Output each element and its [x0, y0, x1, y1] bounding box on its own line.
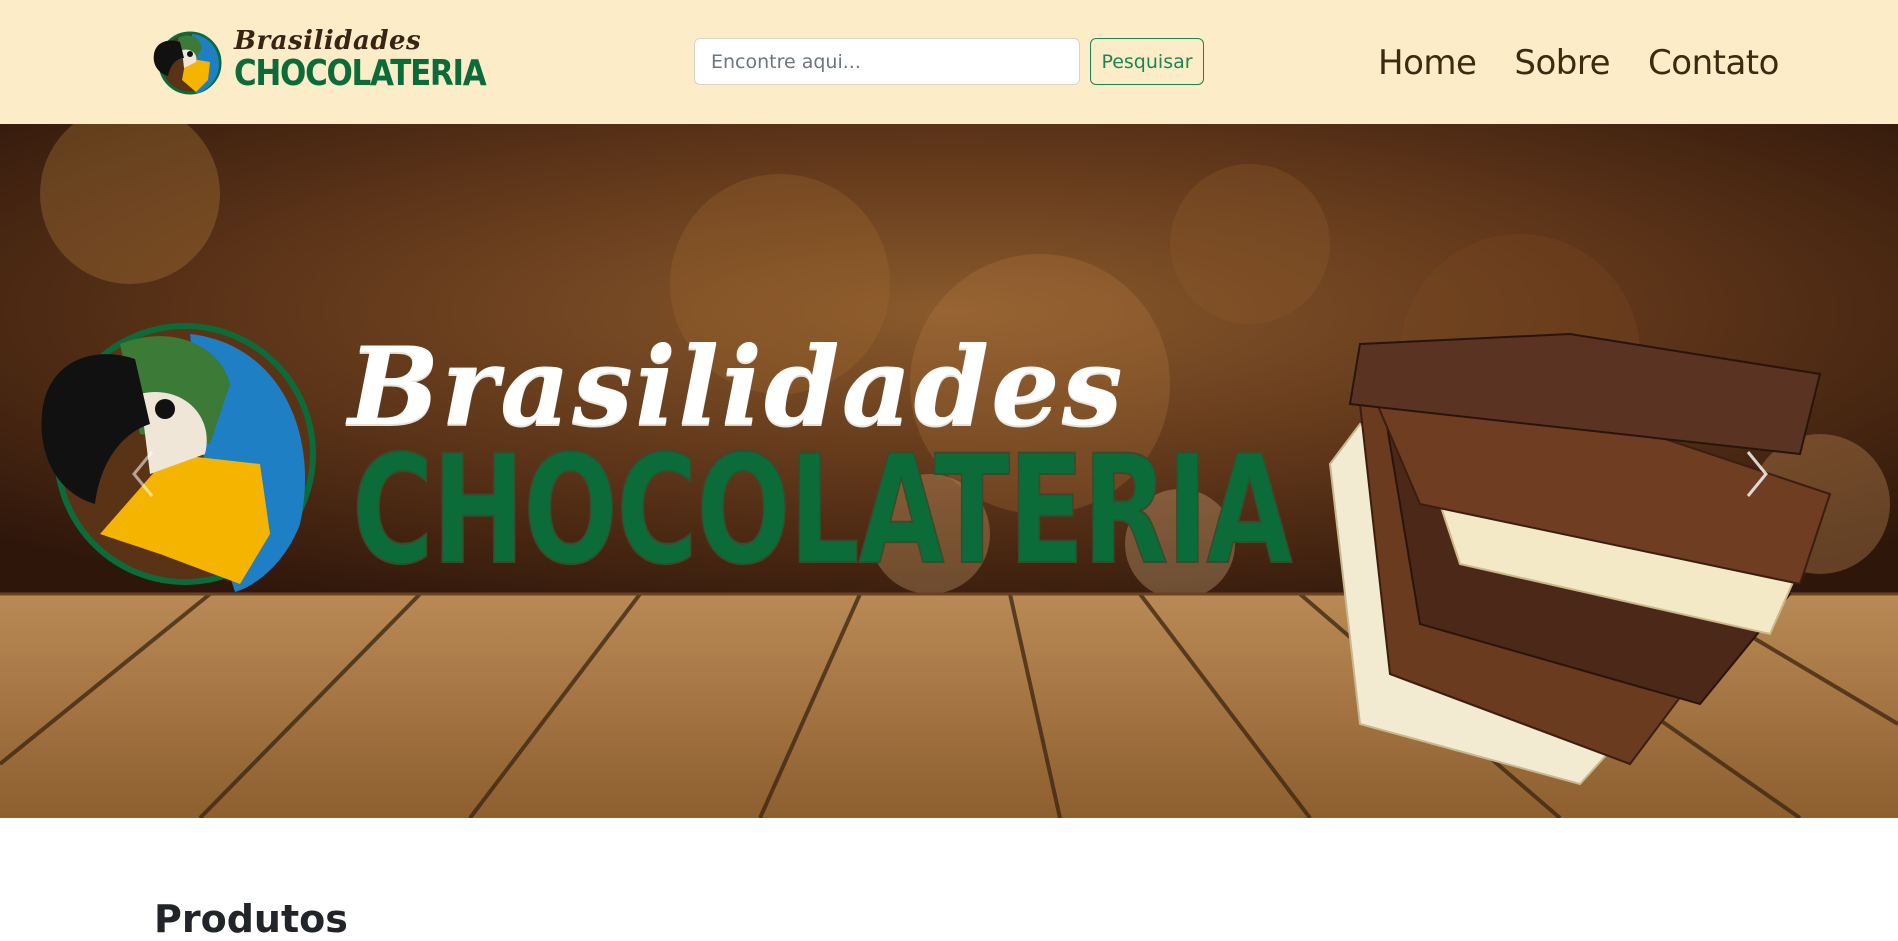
chevron-left-icon [132, 451, 154, 497]
products-section-title: Produtos [154, 897, 348, 941]
carousel-slide: Brasilidades CHOCOLATERIA [0, 124, 1898, 818]
brand-script-text: Brasilidades [234, 26, 422, 56]
hero-carousel: Brasilidades CHOCOLATERIA [0, 124, 1898, 818]
nav-link-contato[interactable]: Contato [1629, 38, 1798, 88]
brand-logo-link[interactable]: Brasilidades CHOCOLATERIA [152, 24, 487, 98]
chevron-right-icon [1746, 451, 1768, 497]
carousel-next-button[interactable] [1736, 444, 1776, 504]
nav-link-home[interactable]: Home [1378, 38, 1495, 88]
banner-block-text: CHOCOLATERIA [351, 423, 1293, 599]
carousel-prev-button[interactable] [124, 444, 164, 504]
nav-link-sobre[interactable]: Sobre [1495, 38, 1629, 88]
navbar: Brasilidades CHOCOLATERIA Pesquisar Home… [0, 0, 1898, 124]
search-button[interactable]: Pesquisar [1090, 38, 1204, 85]
search-input[interactable] [694, 38, 1080, 85]
brand-block-text: CHOCOLATERIA [234, 53, 487, 94]
macaw-parrot-logo-icon [153, 31, 222, 95]
main-nav: Home Sobre Contato [1378, 38, 1798, 88]
